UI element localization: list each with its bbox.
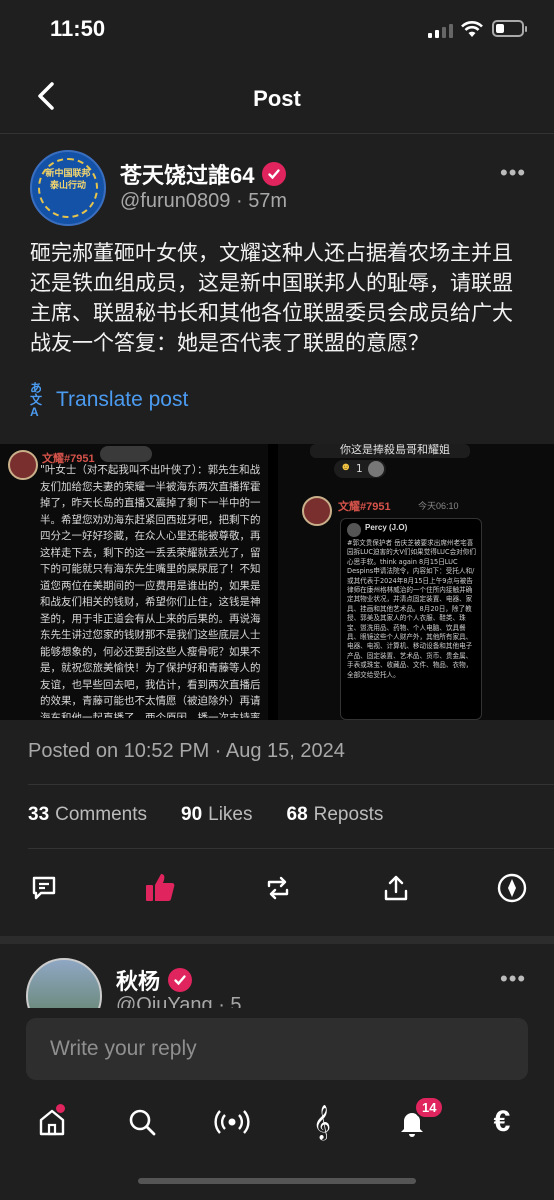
post-stats: 33 Comments 90 Likes 68 Reposts (28, 804, 383, 826)
share-button[interactable] (376, 868, 416, 908)
author-handle: @furun0809 (120, 190, 231, 212)
post-author: 新中国联邦泰山行动 苍天饶过誰64 @furun0809 · 57m ••• (0, 146, 554, 226)
currency-icon: € (493, 1105, 511, 1138)
tab-music[interactable]: 𝄞 (302, 1102, 342, 1142)
share-icon (384, 875, 408, 901)
post-text: 砸完郝董砸叶女侠，文耀这种人还占据着农场主并且还是铁血组成员，这是新中国联邦人的… (30, 241, 513, 355)
reactor-avatar (368, 461, 384, 477)
repost-icon (267, 876, 289, 900)
tab-wallet[interactable]: € (482, 1102, 522, 1142)
tab-home[interactable] (32, 1102, 72, 1142)
status-bar: 11:50 (0, 0, 554, 62)
reply-input[interactable] (26, 1018, 528, 1080)
bottom-tab-bar: 𝄞 14 € (0, 1094, 554, 1154)
post-actions (0, 862, 554, 912)
author-name[interactable]: 苍天饶过誰64 (120, 158, 287, 190)
tab-search[interactable] (122, 1102, 162, 1142)
treble-clef-icon: 𝄞 (313, 1104, 331, 1140)
verified-badge-icon (262, 162, 287, 186)
divider (28, 784, 554, 785)
comment-button[interactable] (24, 868, 64, 908)
translate-label: Translate post (56, 388, 189, 411)
media-avatar-right (302, 496, 332, 526)
home-indicator (138, 1178, 416, 1184)
media-username-right: 文耀#7951 (338, 501, 391, 513)
emoji-reaction-icon: ☻ (340, 461, 352, 473)
media-image-left[interactable]: 文耀#7951 "叶女士（对不起我叫不出叶侠了）：郭先生和战友们加给您夫妻的荣耀… (0, 444, 268, 720)
notifications-badge: 14 (414, 1096, 445, 1119)
stat-reposts[interactable]: 68 Reposts (287, 804, 384, 826)
avatar-text: 新中国联邦泰山行动 (45, 169, 91, 191)
comment-icon (32, 876, 56, 900)
search-icon (129, 1109, 156, 1136)
nested-screenshot: Percy (J.O) #郭文贵保护者 岳庆芝被要求出席州老宅喜园拆LUC迫害的… (340, 518, 482, 720)
broadcast-icon (214, 1110, 250, 1134)
reply-author-name[interactable]: 秋杨 (116, 964, 193, 996)
thumbs-up-icon (146, 874, 175, 901)
redaction-blob (100, 446, 152, 462)
reply-item[interactable]: 秋杨 @QiuYang · 5 ••• (0, 958, 554, 1008)
media-avatar (8, 450, 38, 480)
cellular-signal-icon (428, 22, 453, 38)
stat-comments[interactable]: 33 Comments (28, 804, 147, 826)
section-divider (0, 936, 554, 944)
post-header: Post (0, 62, 554, 134)
translate-icon: あ文A (30, 381, 43, 419)
author-name-text: 苍天饶过誰64 (120, 163, 255, 188)
divider (28, 848, 554, 849)
compass-icon (497, 873, 527, 903)
nested-text: #郭文贵保护者 岳庆芝被要求出席州老宅喜园拆LUC迫害的大V们如果觉得LUC会对… (347, 539, 476, 679)
media-quote-text: 你这是捧殺島哥和耀姐 (340, 444, 450, 456)
reply-handle: @QiuYang · 5 (116, 994, 242, 1008)
translate-post-link[interactable]: あ文A Translate post (30, 382, 188, 418)
wifi-icon (461, 21, 483, 37)
home-notification-dot (56, 1104, 65, 1113)
avatar[interactable]: 新中国联邦泰山行动 (30, 150, 106, 226)
nested-author: Percy (J.O) (365, 523, 408, 532)
battery-level (496, 24, 504, 33)
media-message-text: "叶女士（对不起我叫不出叶侠了）：郭先生和战友们加给您夫妻的荣耀一半被海东两次直… (40, 464, 261, 718)
stat-likes[interactable]: 90 Likes (181, 804, 253, 826)
post-age: 57m (248, 190, 288, 212)
repost-button[interactable] (258, 868, 298, 908)
separator-dot: · (235, 190, 243, 212)
status-time: 11:50 (50, 16, 106, 41)
author-handle-line: @furun0809 · 57m (120, 190, 287, 213)
compass-button[interactable] (492, 868, 532, 908)
more-options-icon[interactable]: ••• (500, 160, 526, 186)
media-timestamp: 今天06:10 (418, 501, 459, 511)
post-media[interactable]: 文耀#7951 "叶女士（对不起我叫不出叶侠了）：郭先生和战友们加给您夫妻的荣耀… (0, 444, 554, 720)
reply-avatar[interactable] (26, 958, 102, 1008)
tab-live[interactable] (212, 1102, 252, 1142)
verified-badge-icon (168, 968, 193, 992)
post-timestamp: Posted on 10:52 PM · Aug 15, 2024 (28, 740, 345, 762)
reply-more-options-icon[interactable]: ••• (500, 966, 526, 992)
like-button[interactable] (140, 868, 180, 908)
battery-icon (492, 20, 527, 37)
page-title: Post (253, 86, 301, 111)
tab-notifications[interactable]: 14 (392, 1096, 445, 1142)
reply-author-name-text: 秋杨 (116, 969, 161, 994)
